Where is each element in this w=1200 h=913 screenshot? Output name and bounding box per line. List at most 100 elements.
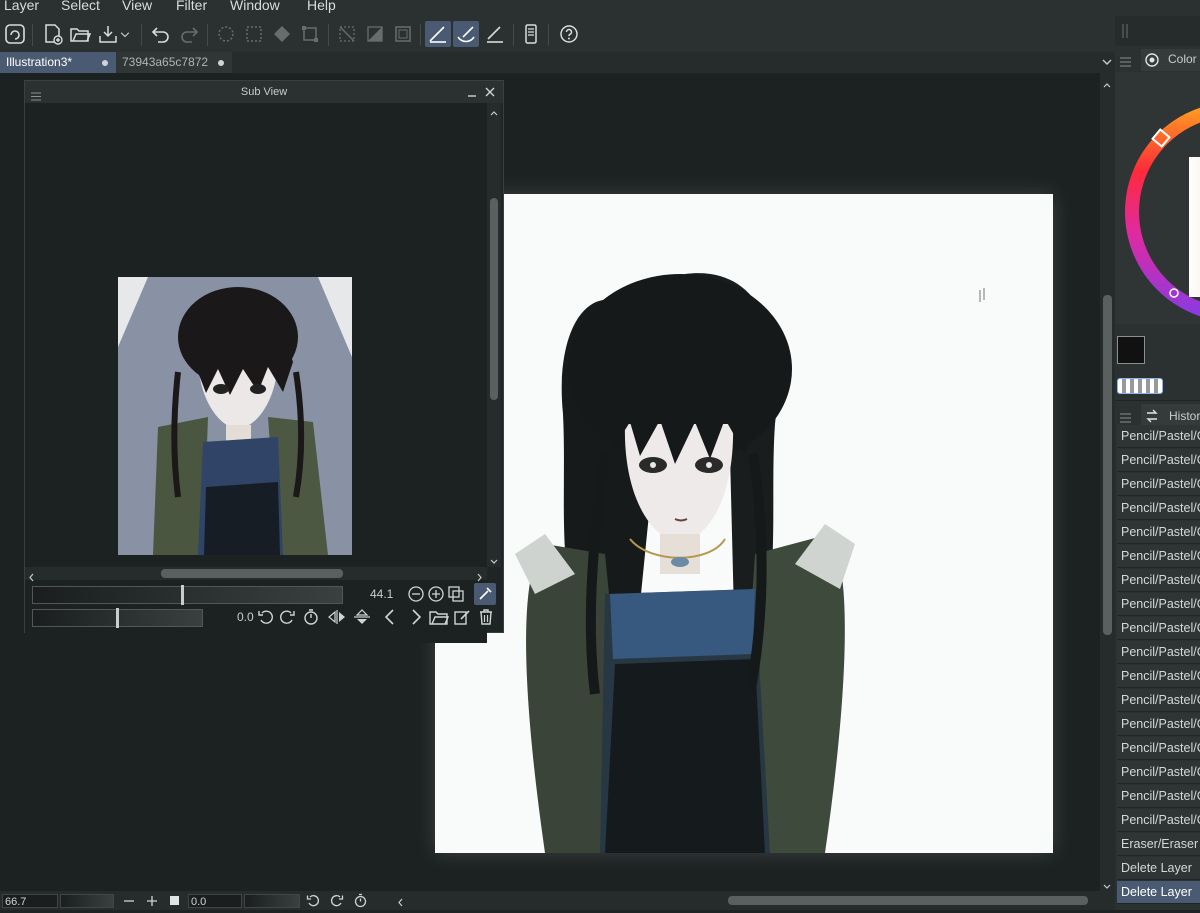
history-item[interactable]: Pencil/Pastel/C [1117,569,1200,592]
zoom-out-icon[interactable] [407,585,425,603]
panel-menu-icon[interactable] [1120,54,1131,67]
canvas-zoom-slider[interactable] [60,894,114,908]
snap-grid-icon[interactable] [482,21,508,47]
history-item[interactable]: Pencil/Pastel/C [1117,689,1200,712]
reset-rotation-icon[interactable] [353,893,368,908]
new-file-icon[interactable] [40,21,66,47]
fit-to-window-icon[interactable] [170,896,179,905]
main-color-swatch[interactable] [1117,336,1145,364]
menu-layer[interactable]: Layer [4,0,39,13]
history-item[interactable]: Pencil/Pastel/C [1117,761,1200,784]
redo-icon[interactable] [176,21,202,47]
color-tab[interactable]: Color [1141,49,1200,71]
zoom-slider[interactable] [32,585,343,605]
sub-view-vertical-scrollbar[interactable] [487,103,501,567]
rotation-slider-handle[interactable] [116,608,119,628]
trash-icon[interactable] [477,608,495,626]
fill-icon[interactable] [269,21,295,47]
selection-border-icon[interactable] [390,21,416,47]
scroll-left-icon[interactable] [27,569,36,582]
undo-icon[interactable] [148,21,174,47]
history-item[interactable]: Pencil/Pastel/C [1117,641,1200,664]
app-logo-icon[interactable] [2,21,28,47]
eyedropper-icon[interactable] [474,583,496,605]
menu-view[interactable]: View [122,0,152,13]
history-item[interactable]: Pencil/Pastel/C [1117,593,1200,616]
zoom-in-icon[interactable] [145,894,159,908]
flip-horizontal-icon[interactable] [327,608,347,626]
history-item[interactable]: Pencil/Pastel/C [1117,617,1200,640]
rotate-left-icon[interactable] [306,893,321,908]
history-item[interactable]: Pencil/Pastel/C [1117,785,1200,808]
history-item[interactable]: Pencil/Pastel/C [1117,425,1200,448]
invert-selection-icon[interactable] [362,21,388,47]
fit-view-icon[interactable] [447,585,465,603]
deselect-icon[interactable] [334,21,360,47]
panel-menu-icon[interactable] [1120,410,1131,423]
chevron-down-icon[interactable] [117,21,133,47]
scroll-up-icon[interactable] [1102,77,1112,88]
canvas-rotation-field[interactable]: 0.0 [188,894,242,908]
rotate-right-icon[interactable] [329,893,344,908]
history-item[interactable]: Eraser/Eraser [1117,833,1200,856]
menu-window[interactable]: Window [230,0,280,13]
dock-grip-icon[interactable] [1121,24,1129,38]
vertical-scroll-thumb[interactable] [490,198,498,400]
chevron-down-icon[interactable] [1100,55,1114,69]
panel-menu-icon[interactable] [31,87,41,101]
canvas-vertical-scrollbar[interactable] [1100,73,1115,891]
minimize-icon[interactable] [466,85,478,99]
close-tab-icon[interactable] [102,60,108,66]
rotation-slider[interactable] [32,608,203,628]
zoom-slider-handle[interactable] [181,585,184,605]
history-item[interactable]: Pencil/Pastel/C [1117,449,1200,472]
previous-image-icon[interactable] [382,608,398,626]
menu-select[interactable]: Select [61,0,100,13]
edit-image-icon[interactable] [453,608,471,626]
color-wheel[interactable] [1115,72,1200,324]
history-item[interactable]: Pencil/Pastel/C [1117,809,1200,832]
snap-special-ruler-icon[interactable] [453,21,479,47]
canvas-zoom-field[interactable]: 66.7 [2,894,58,908]
canvas-horizontal-scrollbar[interactable] [388,895,1108,907]
scroll-right-icon[interactable] [475,569,484,582]
close-tab-icon[interactable] [218,60,224,66]
color-wheel-panel[interactable] [1115,72,1200,324]
transform-icon[interactable] [297,21,323,47]
zoom-in-icon[interactable] [427,585,445,603]
history-item[interactable]: Pencil/Pastel/C [1117,665,1200,688]
sub-view-titlebar[interactable]: Sub View [25,81,503,103]
help-icon[interactable] [556,21,582,47]
menu-help[interactable]: Help [307,0,336,13]
history-item[interactable]: Pencil/Pastel/C [1117,497,1200,520]
smartphone-icon[interactable] [518,21,544,47]
rotate-left-icon[interactable] [257,608,275,626]
import-image-icon[interactable] [429,608,450,626]
history-item[interactable]: Pencil/Pastel/C [1117,545,1200,568]
snap-ruler-icon[interactable] [425,21,451,47]
vertical-scroll-thumb[interactable] [1103,295,1112,635]
tab-73943a65c7872[interactable]: 73943a65c7872 [116,52,232,73]
horizontal-scroll-thumb[interactable] [728,896,1088,905]
history-item-selected[interactable]: Delete Layer [1117,881,1200,904]
rotate-right-icon[interactable] [278,608,296,626]
tab-illustration3[interactable]: Illustration3* [0,52,116,73]
open-folder-icon[interactable] [67,21,93,47]
drawing-canvas[interactable] [435,194,1053,853]
history-item[interactable]: Pencil/Pastel/C [1117,473,1200,496]
history-item[interactable]: Pencil/Pastel/C [1117,737,1200,760]
menu-filter[interactable]: Filter [176,0,207,13]
scroll-down-icon[interactable] [1102,879,1112,889]
transparent-color-swatch[interactable] [1117,378,1163,394]
flip-vertical-icon[interactable] [352,608,372,626]
next-image-icon[interactable] [408,608,424,626]
sub-view-horizontal-scrollbar[interactable] [25,567,487,582]
horizontal-scroll-thumb[interactable] [161,569,343,578]
clear-icon[interactable] [213,21,239,47]
clear-outside-icon[interactable] [241,21,267,47]
scroll-up-icon[interactable] [489,105,499,116]
close-icon[interactable] [483,85,497,99]
history-item[interactable]: Pencil/Pastel/C [1117,713,1200,736]
history-item[interactable]: Delete Layer [1117,857,1200,880]
scroll-left-icon[interactable] [396,895,405,907]
